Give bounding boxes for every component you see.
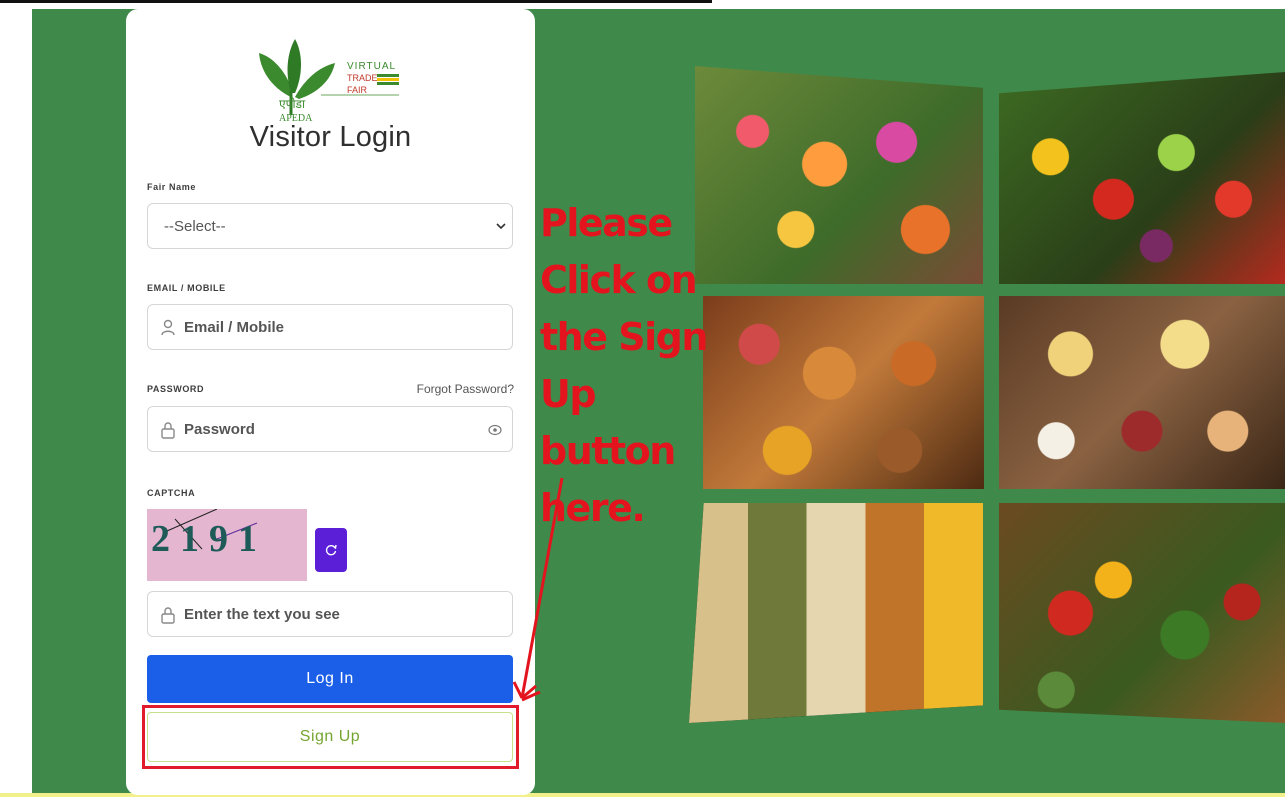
captcha-label: CAPTCHA <box>147 488 196 498</box>
fair-name-label: Fair Name <box>147 182 196 192</box>
annotation-line-1: Please <box>540 201 673 245</box>
annotation-line-5: here. <box>540 486 646 530</box>
annotation-line-3: the Sign <box>540 315 708 359</box>
logo-trade: TRADE <box>347 73 378 83</box>
captcha-input[interactable]: Enter the text you see <box>147 591 513 637</box>
gallery-image-basket <box>999 503 1285 723</box>
gallery-image-vegetables <box>999 72 1285 284</box>
logo-hindi: एपीडा <box>279 97 306 111</box>
gallery-image-dairy <box>999 296 1285 489</box>
login-card: एपीडा APEDA VIRTUAL TRADE FAIR Visitor L… <box>126 9 535 795</box>
password-placeholder: Password <box>184 421 255 438</box>
captcha-text: 2191 <box>151 518 267 560</box>
gallery-image-flowers <box>695 66 983 284</box>
logo-fair: FAIR <box>347 85 368 95</box>
top-border-line <box>0 0 712 3</box>
annotation-line-4: Up button <box>540 372 676 473</box>
email-field[interactable]: Email / Mobile <box>147 304 513 350</box>
gallery-image-snacks <box>703 296 984 489</box>
lock-icon <box>161 422 175 439</box>
logo-virtual: VIRTUAL <box>347 61 396 72</box>
user-icon <box>161 319 175 336</box>
apeda-logo: एपीडा APEDA VIRTUAL TRADE FAIR <box>251 35 401 124</box>
refresh-captcha-button[interactable] <box>315 528 347 572</box>
gallery-image-grains <box>689 503 983 723</box>
lock-icon <box>161 607 175 624</box>
eye-icon[interactable] <box>488 424 502 436</box>
signup-highlight-box <box>142 705 519 769</box>
forgot-password-link[interactable]: Forgot Password? <box>417 382 514 396</box>
page-title: Visitor Login <box>249 121 412 153</box>
fair-name-select[interactable]: --Select-- <box>147 203 513 249</box>
annotation-text: Please Click on the Sign Up button here. <box>540 195 715 537</box>
chevron-down-icon <box>496 223 506 230</box>
login-button[interactable]: Log In <box>147 655 513 703</box>
captcha-placeholder: Enter the text you see <box>184 606 340 623</box>
refresh-icon <box>325 544 337 556</box>
fair-name-selected: --Select-- <box>164 218 226 235</box>
password-label: PASSWORD <box>147 384 205 394</box>
email-label: EMAIL / MOBILE <box>147 283 226 293</box>
password-field[interactable]: Password <box>147 406 513 452</box>
annotation-line-2: Click on <box>540 258 698 302</box>
captcha-image: 2191 <box>147 508 307 581</box>
email-placeholder: Email / Mobile <box>184 319 285 336</box>
